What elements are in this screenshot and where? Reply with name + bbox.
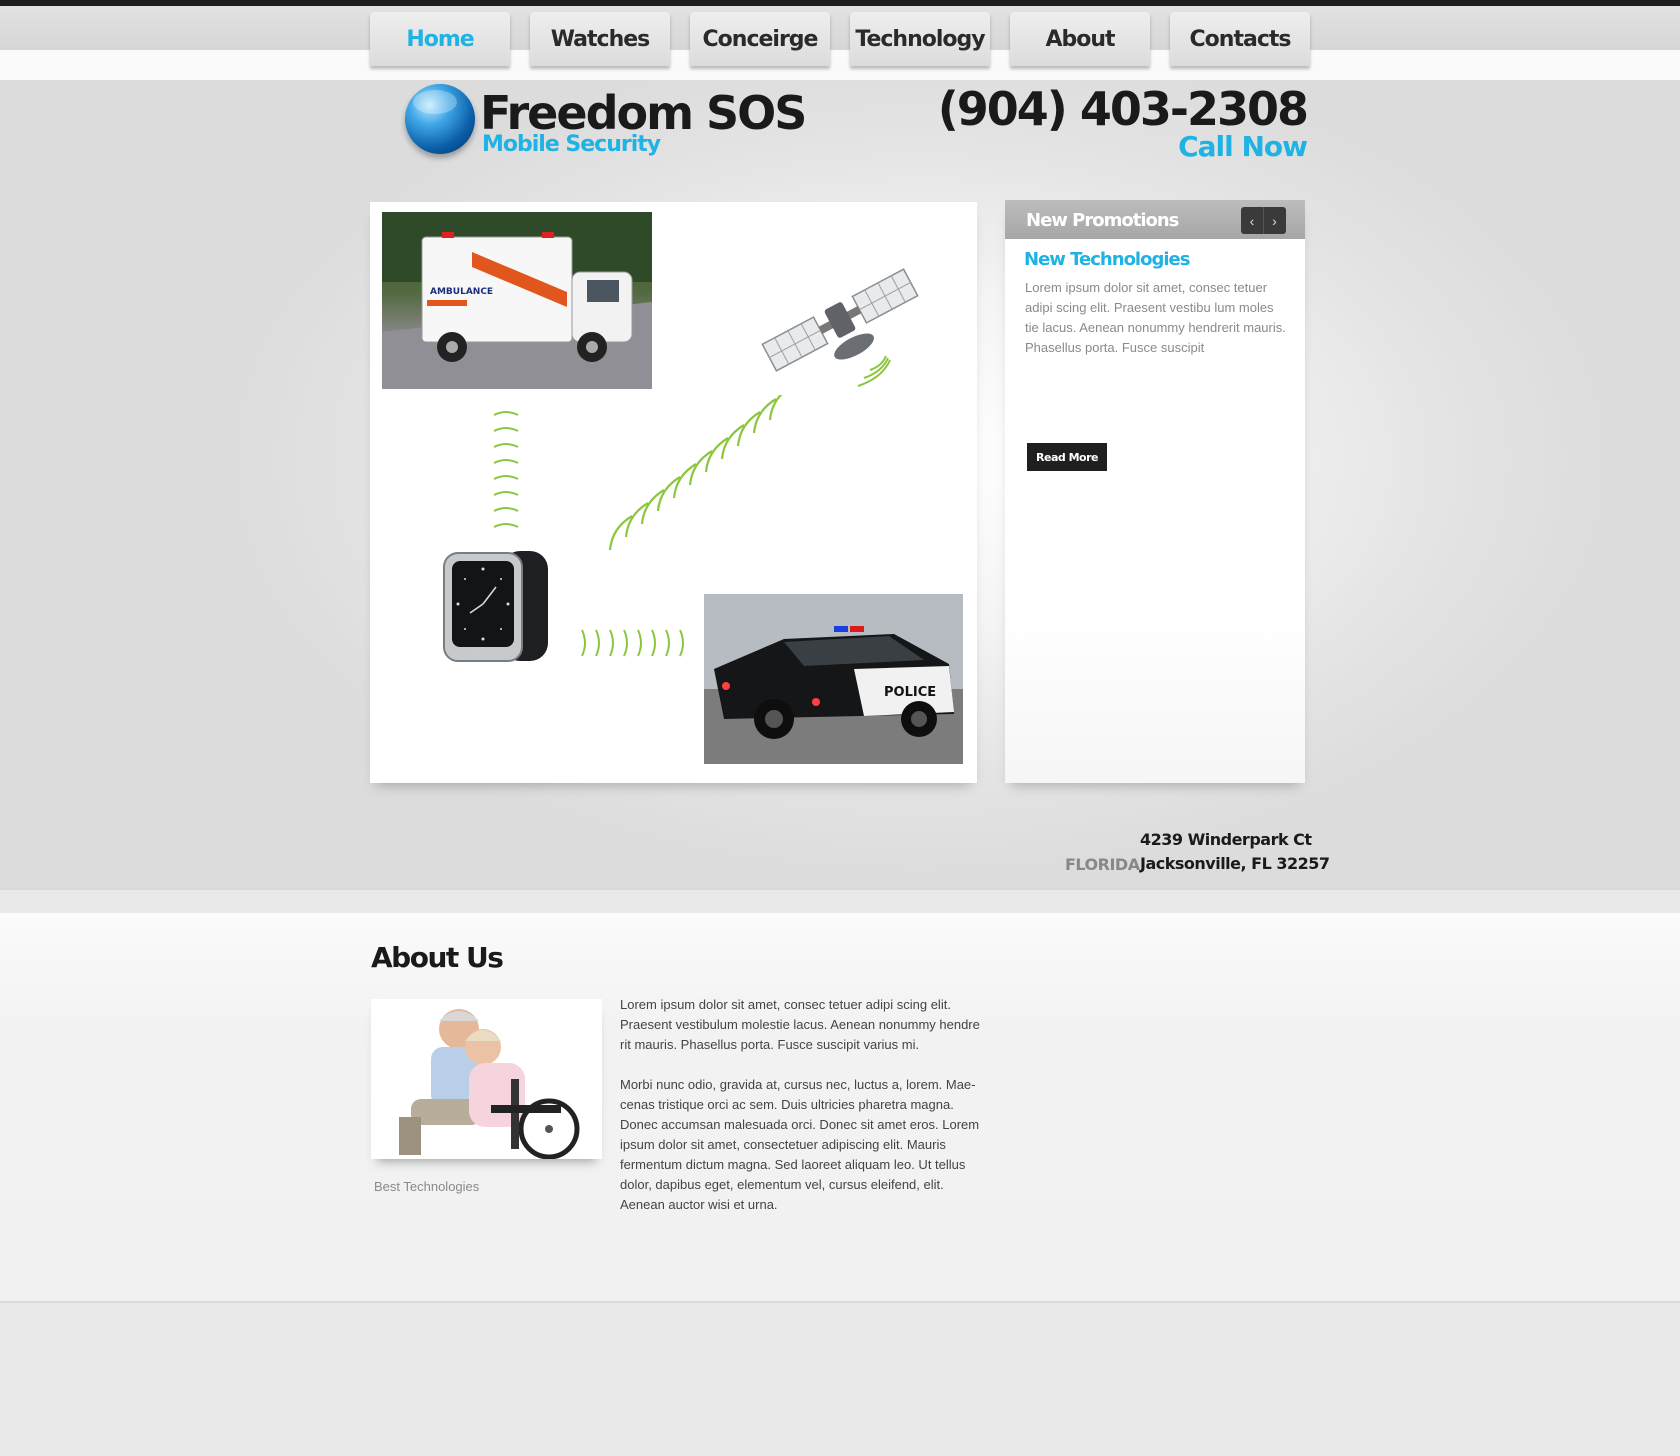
globe-logo-icon[interactable] — [405, 84, 475, 154]
promotion-item-title[interactable]: New Technologies — [1024, 249, 1190, 270]
address-state: FLORIDA — [1065, 855, 1140, 874]
promotion-item-text: Lorem ipsum dolor sit amet, consec tetue… — [1025, 280, 1286, 355]
nav-tab-contacts[interactable]: Contacts — [1170, 12, 1310, 66]
about-image — [371, 999, 602, 1159]
promotions-title: New Promotions — [1026, 210, 1179, 231]
about-image-caption: Best Technologies — [374, 1179, 480, 1194]
ambulance-image: AMBULANCE — [382, 212, 652, 389]
satellite-icon — [761, 268, 919, 387]
svg-text:AMBULANCE: AMBULANCE — [430, 287, 493, 297]
sos-watch-icon: ENJOY LIFE — [443, 551, 548, 662]
about-body: Lorem ipsum dolor sit amet, consec tetue… — [620, 995, 985, 1215]
footer — [0, 1303, 1680, 1456]
call-now-label: Call Now — [1178, 130, 1308, 163]
hero-gap — [0, 890, 1680, 913]
nav-tab-home[interactable]: Home — [370, 12, 510, 66]
address-street: 4239 Winderpark Ct — [1140, 830, 1312, 849]
nav-band-lower — [0, 50, 1680, 80]
chevron-left-icon[interactable]: ‹ — [1241, 207, 1263, 234]
watch-to-police-signal-waves — [581, 629, 684, 657]
nav-tab-conceirge[interactable]: Conceirge — [690, 12, 830, 66]
address-city: Jacksonville, FL 32257 — [1140, 854, 1330, 873]
chevron-right-icon[interactable]: › — [1263, 207, 1285, 234]
logo-subtitle: Mobile Security — [482, 132, 661, 157]
nav-tab-technology[interactable]: Technology — [850, 12, 990, 66]
about-heading: About Us — [371, 941, 504, 974]
read-more-button[interactable]: Read More — [1027, 443, 1107, 471]
watch-signal-waves — [493, 411, 519, 528]
phone-number: (904) 403-2308 — [937, 82, 1309, 136]
promotions-pager: ‹ › — [1241, 207, 1286, 234]
police-car-image: POLICE — [704, 594, 963, 764]
svg-text:POLICE: POLICE — [884, 685, 936, 700]
nav-band — [0, 6, 1680, 50]
about-paragraph-1: Lorem ipsum dolor sit amet, consec tetue… — [620, 997, 980, 1052]
about-paragraph-2: Morbi nunc odio, gravida at, cursus nec,… — [620, 1077, 980, 1212]
nav-tab-watches[interactable]: Watches — [530, 12, 670, 66]
diagonal-signal-waves — [608, 395, 783, 551]
nav-tab-about[interactable]: About — [1010, 12, 1150, 66]
svg-text:ENJOY LIFE: ENJOY LIFE — [466, 651, 493, 657]
